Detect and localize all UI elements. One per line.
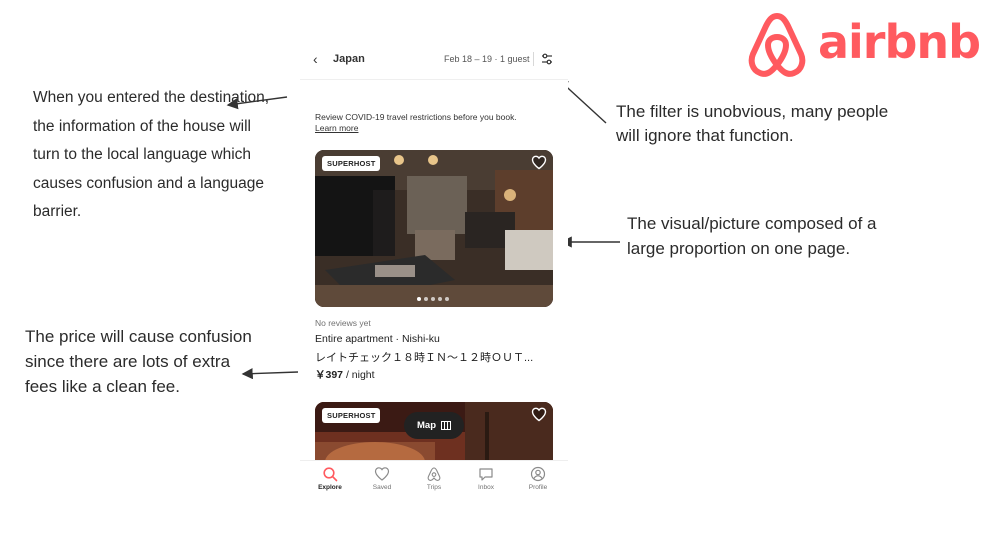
listing-type: Entire apartment · Nishi-ku (315, 333, 440, 345)
tab-trips[interactable]: Trips (419, 461, 449, 500)
search-header: ‹ Japan Feb 18 – 19 · 1 guest (300, 42, 568, 80)
airbnb-wordmark: airbnb (818, 15, 981, 69)
header-divider (533, 52, 534, 66)
listing-price: ￥397 / night (315, 367, 375, 382)
heart-icon (374, 467, 390, 481)
superhost-badge: SUPERHOST (322, 408, 381, 423)
dates-guests-label[interactable]: Feb 18 – 19 · 1 guest (444, 54, 530, 64)
sliders-icon[interactable] (540, 52, 554, 66)
covid-notice: Review COVID-19 travel restrictions befo… (315, 112, 565, 134)
listing-title[interactable]: レイトチェック１８時ＩＮ～１２時ＯＵＴ... (315, 349, 533, 365)
airbnb-logo: airbnb (746, 12, 981, 78)
arrow-language (226, 96, 288, 110)
chevron-left-icon[interactable]: ‹ (313, 51, 318, 67)
chat-icon (479, 468, 493, 481)
airbnb-search-screen: ‹ Japan Feb 18 – 19 · 1 guest Review COV… (300, 42, 568, 500)
search-icon (323, 467, 338, 482)
airbnb-icon (427, 467, 441, 481)
tab-label: Inbox (478, 484, 494, 491)
covid-notice-text: Review COVID-19 travel restrictions befo… (315, 112, 517, 122)
map-button[interactable]: Map (404, 412, 464, 439)
tab-explore[interactable]: Explore (315, 461, 345, 500)
tab-label: Explore (318, 484, 342, 491)
arrow-price (241, 368, 299, 380)
pagination-dot (417, 297, 421, 301)
tab-label: Trips (426, 484, 442, 491)
pagination-dot (445, 297, 449, 301)
airbnb-belo-icon (748, 13, 806, 77)
pagination-dot (438, 297, 442, 301)
pagination-dot (424, 297, 428, 301)
tab-inbox[interactable]: Inbox (471, 461, 501, 500)
superhost-badge: SUPERHOST (322, 156, 381, 171)
reviews-status: No reviews yet (315, 318, 371, 328)
location-label[interactable]: Japan (333, 53, 365, 65)
pagination-dot (431, 297, 435, 301)
map-icon (441, 421, 451, 430)
bottom-tab-bar: Explore Saved Trips Inbox Profile (300, 460, 568, 500)
price-amount: ￥397 (315, 369, 344, 381)
tab-label: Saved (372, 484, 392, 491)
listing-photo[interactable]: SUPERHOST (315, 150, 553, 307)
price-unit: / night (343, 369, 375, 381)
map-button-label: Map (417, 420, 436, 431)
tab-profile[interactable]: Profile (523, 461, 553, 500)
tab-label: Profile (528, 484, 548, 491)
learn-more-link[interactable]: Learn more (315, 123, 565, 134)
heart-icon[interactable] (531, 155, 547, 170)
tab-saved[interactable]: Saved (367, 461, 397, 500)
heart-icon[interactable] (531, 407, 547, 422)
user-icon (530, 466, 546, 482)
listing-photo-image (315, 150, 553, 307)
photo-pagination-dots (417, 297, 449, 301)
